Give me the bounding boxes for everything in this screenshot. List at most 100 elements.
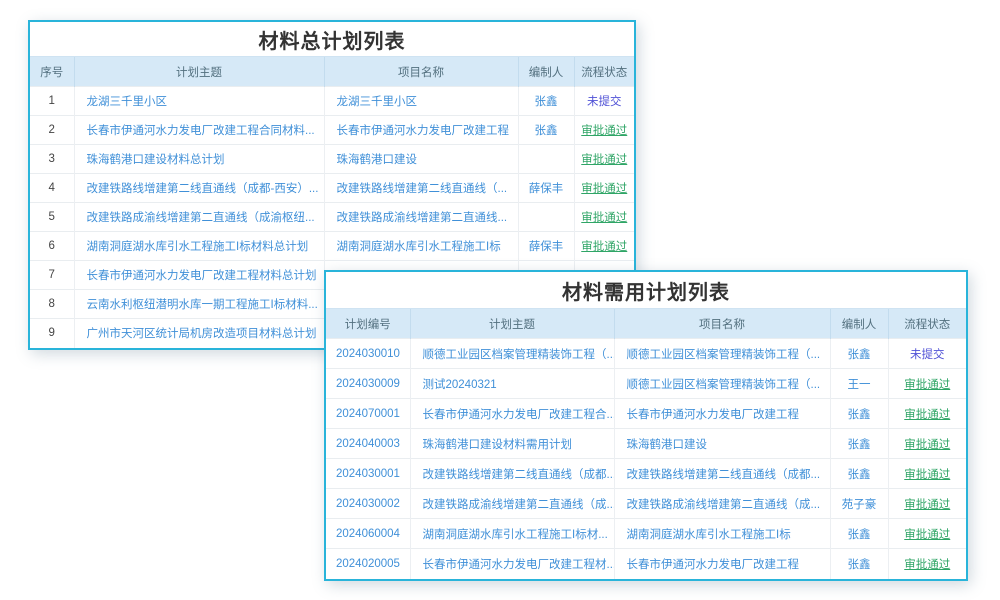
cell-status[interactable]: 审批通过 (888, 399, 966, 429)
cell-author: 张鑫 (518, 87, 574, 116)
cell-status[interactable]: 审批通过 (574, 145, 634, 174)
master-plan-header-row: 序号 计划主题 项目名称 编制人 流程状态 (30, 57, 634, 87)
cell-status: 未提交 (574, 87, 634, 116)
header-author: 编制人 (518, 57, 574, 87)
cell-subject[interactable]: 改建铁路成渝线增建第二直通线（成... (410, 489, 614, 519)
cell-status: 未提交 (888, 339, 966, 369)
header-subject: 计划主题 (410, 309, 614, 339)
cell-project[interactable]: 长春市伊通河水力发电厂改建工程 (614, 549, 830, 579)
cell-project[interactable]: 龙湖三千里小区 (324, 87, 518, 116)
table-row: 1龙湖三千里小区龙湖三千里小区张鑫未提交 (30, 87, 634, 116)
cell-project[interactable]: 改建铁路成渝线增建第二直通线（成... (614, 489, 830, 519)
cell-status[interactable]: 审批通过 (574, 203, 634, 232)
cell-subject[interactable]: 珠海鹤港口建设材料总计划 (74, 145, 324, 174)
cell-subject[interactable]: 湖南洞庭湖水库引水工程施工I标材料总计划 (74, 232, 324, 261)
cell-author (518, 203, 574, 232)
cell-author: 薛保丰 (518, 174, 574, 203)
cell-author: 张鑫 (830, 339, 888, 369)
cell-status[interactable]: 审批通过 (574, 232, 634, 261)
cell-seq: 6 (30, 232, 74, 261)
cell-code[interactable]: 2024030010 (326, 339, 410, 369)
table-row: 4改建铁路线增建第二线直通线（成都-西安）...改建铁路线增建第二线直通线（..… (30, 174, 634, 203)
table-row: 3珠海鹤港口建设材料总计划珠海鹤港口建设 审批通过 (30, 145, 634, 174)
header-status: 流程状态 (888, 309, 966, 339)
table-row: 2024070001长春市伊通河水力发电厂改建工程合...长春市伊通河水力发电厂… (326, 399, 966, 429)
table-row: 2024060004湖南洞庭湖水库引水工程施工I标材...湖南洞庭湖水库引水工程… (326, 519, 966, 549)
cell-subject[interactable]: 龙湖三千里小区 (74, 87, 324, 116)
cell-project[interactable]: 长春市伊通河水力发电厂改建工程 (324, 116, 518, 145)
cell-seq: 5 (30, 203, 74, 232)
cell-code[interactable]: 2024060004 (326, 519, 410, 549)
cell-subject[interactable]: 改建铁路线增建第二线直通线（成都-西安）... (74, 174, 324, 203)
cell-project[interactable]: 长春市伊通河水力发电厂改建工程 (614, 399, 830, 429)
cell-subject[interactable]: 长春市伊通河水力发电厂改建工程材料总计划 (74, 261, 324, 290)
header-author: 编制人 (830, 309, 888, 339)
cell-status[interactable]: 审批通过 (888, 549, 966, 579)
cell-project[interactable]: 改建铁路线增建第二线直通线（... (324, 174, 518, 203)
cell-code[interactable]: 2024030002 (326, 489, 410, 519)
cell-author: 苑子豪 (830, 489, 888, 519)
cell-subject[interactable]: 改建铁路线增建第二线直通线（成都... (410, 459, 614, 489)
cell-project[interactable]: 湖南洞庭湖水库引水工程施工I标 (324, 232, 518, 261)
table-row: 2024030009测试20240321顺德工业园区档案管理精装饰工程（...王… (326, 369, 966, 399)
cell-project[interactable]: 珠海鹤港口建设 (614, 429, 830, 459)
table-row: 6湖南洞庭湖水库引水工程施工I标材料总计划湖南洞庭湖水库引水工程施工I标薛保丰审… (30, 232, 634, 261)
demand-plan-table: 计划编号 计划主题 项目名称 编制人 流程状态 2024030010顺德工业园区… (326, 308, 966, 579)
table-row: 2024020005长春市伊通河水力发电厂改建工程材...长春市伊通河水力发电厂… (326, 549, 966, 579)
cell-subject[interactable]: 测试20240321 (410, 369, 614, 399)
cell-status[interactable]: 审批通过 (888, 519, 966, 549)
cell-seq: 2 (30, 116, 74, 145)
header-code: 计划编号 (326, 309, 410, 339)
header-project: 项目名称 (324, 57, 518, 87)
cell-seq: 1 (30, 87, 74, 116)
cell-subject[interactable]: 珠海鹤港口建设材料需用计划 (410, 429, 614, 459)
cell-subject[interactable]: 云南水利枢纽潜明水库一期工程施工I标材料... (74, 290, 324, 319)
table-row: 2长春市伊通河水力发电厂改建工程合同材料...长春市伊通河水力发电厂改建工程张鑫… (30, 116, 634, 145)
cell-author: 张鑫 (830, 459, 888, 489)
cell-subject[interactable]: 长春市伊通河水力发电厂改建工程材... (410, 549, 614, 579)
table-row: 2024040003珠海鹤港口建设材料需用计划珠海鹤港口建设张鑫审批通过 (326, 429, 966, 459)
cell-project[interactable]: 珠海鹤港口建设 (324, 145, 518, 174)
header-seq: 序号 (30, 57, 74, 87)
cell-code[interactable]: 2024020005 (326, 549, 410, 579)
cell-project[interactable]: 顺德工业园区档案管理精装饰工程（... (614, 339, 830, 369)
master-plan-title: 材料总计划列表 (30, 22, 634, 56)
cell-author (518, 145, 574, 174)
cell-status[interactable]: 审批通过 (888, 369, 966, 399)
demand-plan-panel: 材料需用计划列表 计划编号 计划主题 项目名称 编制人 流程状态 2024030… (324, 270, 968, 581)
demand-plan-header-row: 计划编号 计划主题 项目名称 编制人 流程状态 (326, 309, 966, 339)
cell-subject[interactable]: 顺德工业园区档案管理精装饰工程（... (410, 339, 614, 369)
header-subject: 计划主题 (74, 57, 324, 87)
cell-status[interactable]: 审批通过 (574, 174, 634, 203)
cell-code[interactable]: 2024030009 (326, 369, 410, 399)
cell-seq: 4 (30, 174, 74, 203)
cell-author: 张鑫 (830, 399, 888, 429)
cell-subject[interactable]: 改建铁路成渝线增建第二直通线（成渝枢纽... (74, 203, 324, 232)
cell-author: 王一 (830, 369, 888, 399)
cell-project[interactable]: 湖南洞庭湖水库引水工程施工I标 (614, 519, 830, 549)
cell-seq: 7 (30, 261, 74, 290)
cell-author: 张鑫 (830, 429, 888, 459)
cell-code[interactable]: 2024040003 (326, 429, 410, 459)
cell-project[interactable]: 顺德工业园区档案管理精装饰工程（... (614, 369, 830, 399)
header-project: 项目名称 (614, 309, 830, 339)
table-row: 5改建铁路成渝线增建第二直通线（成渝枢纽...改建铁路成渝线增建第二直通线...… (30, 203, 634, 232)
cell-status[interactable]: 审批通过 (574, 116, 634, 145)
cell-code[interactable]: 2024030001 (326, 459, 410, 489)
table-row: 2024030002改建铁路成渝线增建第二直通线（成...改建铁路成渝线增建第二… (326, 489, 966, 519)
cell-seq: 3 (30, 145, 74, 174)
cell-code[interactable]: 2024070001 (326, 399, 410, 429)
table-row: 2024030001改建铁路线增建第二线直通线（成都...改建铁路线增建第二线直… (326, 459, 966, 489)
cell-subject[interactable]: 长春市伊通河水力发电厂改建工程合同材料... (74, 116, 324, 145)
cell-status[interactable]: 审批通过 (888, 429, 966, 459)
cell-status[interactable]: 审批通过 (888, 489, 966, 519)
cell-project[interactable]: 改建铁路成渝线增建第二直通线... (324, 203, 518, 232)
cell-status[interactable]: 审批通过 (888, 459, 966, 489)
cell-author: 张鑫 (518, 116, 574, 145)
cell-project[interactable]: 改建铁路线增建第二线直通线（成都... (614, 459, 830, 489)
cell-seq: 9 (30, 319, 74, 348)
cell-subject[interactable]: 广州市天河区统计局机房改造项目材料总计划 (74, 319, 324, 348)
table-row: 2024030010顺德工业园区档案管理精装饰工程（...顺德工业园区档案管理精… (326, 339, 966, 369)
cell-subject[interactable]: 长春市伊通河水力发电厂改建工程合... (410, 399, 614, 429)
cell-subject[interactable]: 湖南洞庭湖水库引水工程施工I标材... (410, 519, 614, 549)
